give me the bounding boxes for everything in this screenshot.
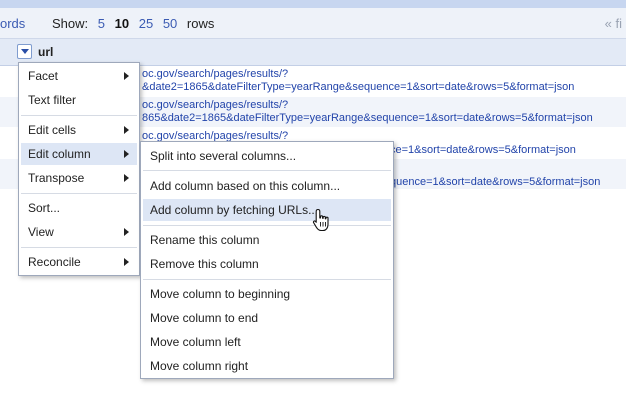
menu-separator	[21, 247, 137, 248]
menu-separator	[21, 193, 137, 194]
menu-item-label: Move column left	[150, 335, 241, 349]
menu-item-label: Move column to end	[150, 311, 259, 325]
menu-item-reconcile[interactable]: Reconcile	[21, 251, 137, 273]
page-size-50-link[interactable]: 50	[163, 16, 177, 31]
menu-item-label: Move column to beginning	[150, 287, 291, 301]
menu-item-sort[interactable]: Sort...	[21, 197, 137, 219]
edit-column-submenu: Split into several columns... Add column…	[140, 141, 394, 379]
menu-separator	[21, 115, 137, 116]
menu-item-move-left[interactable]: Move column left	[143, 331, 391, 353]
cell-url-line[interactable]: quence=1&sort=date&rows=5&format=json	[390, 176, 600, 188]
menu-item-label: Split into several columns...	[150, 149, 297, 163]
cell-url-line[interactable]: ce=1&sort=date&rows=5&format=json	[390, 144, 576, 156]
rows-label: rows	[186, 16, 215, 31]
menu-item-facet[interactable]: Facet	[21, 65, 137, 87]
cell-url-line[interactable]: &date2=1865&dateFilterType=yearRange&seq…	[142, 81, 574, 93]
menu-item-move-right[interactable]: Move column right	[143, 355, 391, 377]
chevron-right-icon	[124, 126, 129, 134]
menu-item-label: Edit column	[28, 147, 91, 161]
menu-item-label: Rename this column	[150, 233, 260, 247]
chevron-right-icon	[124, 174, 129, 182]
menu-item-label: Text filter	[28, 93, 77, 107]
column-name: url	[38, 45, 54, 59]
cell-url-line[interactable]: oc.gov/search/pages/results/?	[142, 68, 288, 80]
menu-item-label: Edit cells	[28, 123, 77, 137]
menu-separator	[143, 170, 391, 171]
menu-item-label: Reconcile	[28, 255, 81, 269]
menu-item-edit-column[interactable]: Edit column	[21, 143, 137, 165]
menu-item-remove-column[interactable]: Remove this column	[143, 253, 391, 275]
page-size-10-current: 10	[114, 16, 130, 31]
first-page-link[interactable]: « fi	[605, 16, 622, 31]
records-label-fragment: ords	[0, 16, 26, 31]
menu-item-label: Sort...	[28, 201, 61, 215]
chevron-right-icon	[124, 72, 129, 80]
chevron-right-icon	[124, 150, 129, 158]
menu-item-add-column-based[interactable]: Add column based on this column...	[143, 175, 391, 197]
menu-item-move-end[interactable]: Move column to end	[143, 307, 391, 329]
menu-item-label: Add column based on this column...	[150, 179, 341, 193]
menu-item-split-columns[interactable]: Split into several columns...	[143, 145, 391, 167]
chevron-right-icon	[124, 258, 129, 266]
menu-item-label: Add column by fetching URLs...	[150, 203, 319, 217]
menu-item-label: Move column right	[150, 359, 249, 373]
menu-item-text-filter[interactable]: Text filter	[21, 89, 137, 111]
menu-item-transpose[interactable]: Transpose	[21, 167, 137, 189]
cell-url-line[interactable]: 865&date2=1865&dateFilterType=yearRange&…	[142, 112, 593, 124]
menu-item-rename-column[interactable]: Rename this column	[143, 229, 391, 251]
page-size-25-link[interactable]: 25	[139, 16, 153, 31]
menu-item-label: Remove this column	[150, 257, 259, 271]
menu-item-label: Transpose	[28, 171, 85, 185]
chevron-right-icon	[124, 228, 129, 236]
page-size-selector: Show: 5 10 25 50 rows	[52, 16, 214, 31]
menu-item-move-beginning[interactable]: Move column to beginning	[143, 283, 391, 305]
top-band	[0, 0, 626, 8]
view-bar: ords Show: 5 10 25 50 rows « fi	[0, 8, 626, 39]
show-label: Show:	[52, 16, 89, 31]
cell-url-line[interactable]: oc.gov/search/pages/results/?	[142, 99, 288, 111]
menu-item-view[interactable]: View	[21, 221, 137, 243]
menu-item-label: View	[28, 225, 54, 239]
menu-separator	[143, 225, 391, 226]
column-dropdown-button[interactable]	[17, 44, 32, 59]
menu-item-label: Facet	[28, 69, 59, 83]
menu-item-edit-cells[interactable]: Edit cells	[21, 119, 137, 141]
menu-item-add-column-fetch-urls[interactable]: Add column by fetching URLs...	[143, 199, 391, 221]
menu-separator	[143, 279, 391, 280]
page-size-5-link[interactable]: 5	[98, 16, 105, 31]
column-menu: Facet Text filter Edit cells Edit column…	[18, 62, 140, 276]
hand-pointer-icon	[312, 208, 329, 232]
